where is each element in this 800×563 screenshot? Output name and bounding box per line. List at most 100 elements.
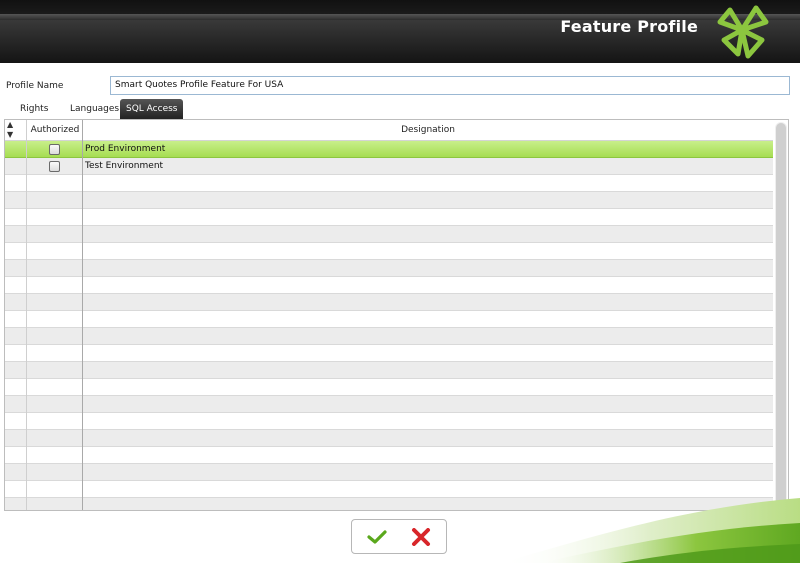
row-selector-cell — [5, 294, 27, 311]
empty-table-row — [5, 294, 773, 311]
action-button-group — [351, 519, 447, 554]
designation-cell — [83, 328, 773, 345]
row-selector-cell — [5, 175, 27, 192]
designation-cell — [83, 192, 773, 209]
row-selector-cell — [5, 277, 27, 294]
row-selector-cell — [5, 481, 27, 498]
authorized-cell — [27, 243, 83, 260]
row-selector-cell — [5, 379, 27, 396]
clover-logo-icon — [717, 5, 769, 59]
row-selector-cell — [5, 430, 27, 447]
sort-arrows-icon[interactable]: ▲ ▼ — [5, 120, 27, 140]
grid-rows: Prod Environment Test Environment — [5, 141, 773, 510]
tab-sql-access[interactable]: SQL Access — [120, 99, 184, 119]
designation-cell — [83, 226, 773, 243]
row-selector-cell — [5, 345, 27, 362]
empty-table-row — [5, 362, 773, 379]
designation-cell: Prod Environment — [85, 144, 166, 154]
grid-header: ▲ ▼ Authorized Designation — [5, 120, 773, 141]
authorized-checkbox[interactable] — [49, 161, 60, 172]
authorized-cell — [27, 141, 83, 158]
column-header-authorized[interactable]: Authorized — [27, 120, 83, 140]
designation-cell — [83, 277, 773, 294]
authorized-cell — [27, 226, 83, 243]
authorized-cell — [27, 362, 83, 379]
column-divider — [82, 120, 83, 510]
empty-table-row — [5, 430, 773, 447]
row-selector-cell — [5, 243, 27, 260]
designation-cell — [83, 260, 773, 277]
authorized-cell — [27, 294, 83, 311]
row-selector-cell — [5, 362, 27, 379]
empty-table-row — [5, 396, 773, 413]
authorized-cell — [27, 345, 83, 362]
scrollbar-thumb[interactable] — [776, 123, 786, 507]
authorized-cell — [27, 430, 83, 447]
authorized-cell — [27, 175, 83, 192]
empty-table-row — [5, 328, 773, 345]
authorized-cell — [27, 413, 83, 430]
row-selector-cell — [5, 464, 27, 481]
row-selector-cell — [5, 328, 27, 345]
empty-table-row — [5, 209, 773, 226]
authorized-cell — [27, 311, 83, 328]
authorized-cell — [27, 260, 83, 277]
designation-cell — [83, 294, 773, 311]
designation-cell — [83, 362, 773, 379]
row-selector-cell — [5, 311, 27, 328]
row-selector-cell — [5, 209, 27, 226]
empty-table-row — [5, 277, 773, 294]
authorized-cell — [27, 464, 83, 481]
row-selector-cell — [5, 447, 27, 464]
row-selector-cell — [5, 158, 27, 175]
designation-cell — [83, 447, 773, 464]
empty-table-row — [5, 345, 773, 362]
empty-table-row — [5, 260, 773, 277]
designation-cell — [83, 209, 773, 226]
profile-name-label: Profile Name — [6, 81, 64, 91]
column-divider — [26, 120, 27, 510]
designation-cell — [83, 430, 773, 447]
designation-cell — [83, 175, 773, 192]
authorized-cell — [27, 498, 83, 510]
empty-table-row — [5, 379, 773, 396]
empty-table-row — [5, 447, 773, 464]
cancel-button[interactable] — [408, 526, 434, 548]
row-selector-cell — [5, 141, 27, 158]
designation-cell — [83, 379, 773, 396]
confirm-button[interactable] — [364, 526, 390, 548]
tab-rights[interactable]: Rights — [14, 99, 54, 119]
page-title: Feature Profile — [560, 17, 698, 36]
tab-languages[interactable]: Languages — [64, 99, 125, 119]
table-row[interactable]: Prod Environment — [5, 141, 773, 158]
empty-table-row — [5, 192, 773, 209]
column-header-designation[interactable]: Designation — [83, 120, 773, 140]
designation-cell — [83, 311, 773, 328]
authorized-checkbox[interactable] — [49, 144, 60, 155]
designation-cell — [83, 396, 773, 413]
authorized-cell — [27, 328, 83, 345]
profile-name-input[interactable]: Smart Quotes Profile Feature For USA — [110, 76, 790, 95]
authorized-cell — [27, 209, 83, 226]
empty-table-row — [5, 226, 773, 243]
empty-table-row — [5, 175, 773, 192]
cross-icon — [412, 528, 430, 546]
authorized-cell — [27, 447, 83, 464]
row-selector-cell — [5, 226, 27, 243]
designation-cell — [83, 413, 773, 430]
vertical-scrollbar[interactable] — [775, 122, 787, 508]
row-selector-cell — [5, 260, 27, 277]
empty-table-row — [5, 413, 773, 430]
authorized-cell — [27, 192, 83, 209]
row-selector-cell — [5, 413, 27, 430]
empty-table-row — [5, 243, 773, 260]
row-selector-cell — [5, 498, 27, 510]
authorized-cell — [27, 277, 83, 294]
green-swoosh-decoration — [500, 498, 800, 563]
authorized-cell — [27, 396, 83, 413]
empty-table-row — [5, 311, 773, 328]
header-bar: Feature Profile — [0, 0, 800, 63]
table-row[interactable]: Test Environment — [5, 158, 773, 175]
authorized-cell — [27, 158, 83, 175]
authorized-cell — [27, 379, 83, 396]
